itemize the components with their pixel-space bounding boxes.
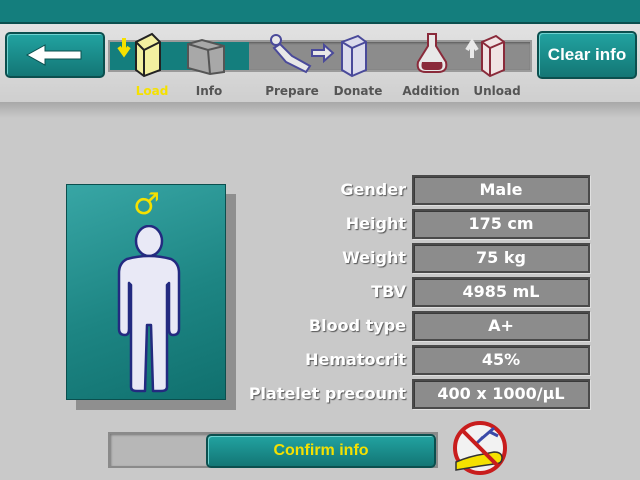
- weight-value[interactable]: 75 kg: [412, 243, 590, 273]
- step-label-addition: Addition: [402, 84, 460, 98]
- load-kit-icon: [117, 32, 161, 78]
- blood-type-label: Blood type: [308, 316, 406, 335]
- step-label-load: Load: [135, 84, 169, 98]
- male-symbol-icon: ♂: [133, 187, 160, 222]
- unload-kit-icon: [465, 34, 505, 78]
- step-label-prepare: Prepare: [265, 84, 319, 98]
- addition-flask-icon: [416, 33, 448, 73]
- blood-type-value[interactable]: A+: [412, 311, 590, 341]
- donor-figure-panel: ♂: [66, 184, 226, 400]
- step-label-info: Info: [195, 84, 223, 98]
- weight-label: Weight: [342, 248, 406, 267]
- back-arrow-icon: [25, 44, 82, 66]
- top-status-strip: [0, 0, 640, 24]
- tbv-label: TBV: [371, 282, 406, 301]
- no-needle-arm-icon: [453, 421, 507, 475]
- donate-kit-icon: [341, 34, 367, 78]
- info-folder-icon: [187, 38, 225, 76]
- gender-label: Gender: [340, 180, 406, 199]
- gender-value[interactable]: Male: [412, 175, 590, 205]
- platelet-precount-label: Platelet precount: [248, 384, 406, 403]
- tbv-value[interactable]: 4985 mL: [412, 277, 590, 307]
- height-value[interactable]: 175 cm: [412, 209, 590, 239]
- confirm-info-button[interactable]: Confirm info: [206, 434, 436, 468]
- clear-info-button[interactable]: Clear info: [537, 31, 637, 79]
- step-label-donate: Donate: [333, 84, 383, 98]
- donor-body-icon: [117, 225, 181, 393]
- toolbar-shadow: [0, 102, 640, 118]
- height-label: Height: [345, 214, 406, 233]
- step-label-unload: Unload: [473, 84, 521, 98]
- platelet-precount-value[interactable]: 400 x 1000/µL: [412, 379, 590, 409]
- back-button[interactable]: [5, 32, 105, 78]
- hematocrit-value[interactable]: 45%: [412, 345, 590, 375]
- hematocrit-label: Hematocrit: [305, 350, 406, 369]
- prepare-donor-icon: [270, 34, 335, 74]
